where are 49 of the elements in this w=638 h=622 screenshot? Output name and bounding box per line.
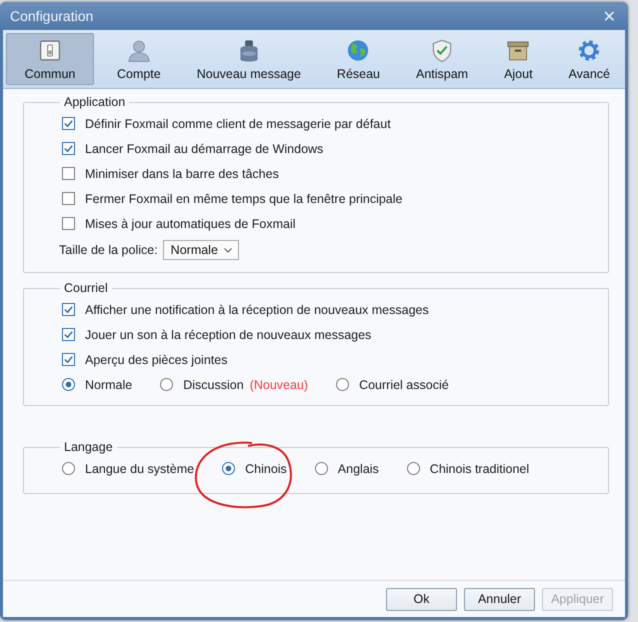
radio-label: Courriel associé: [359, 378, 449, 392]
toolbar-tab[interactable]: Antispam: [402, 33, 482, 85]
checkbox-label: Minimiser dans la barre des tâches: [85, 166, 279, 180]
toolbar-tab[interactable]: Réseau: [324, 33, 394, 85]
toolbar-tab[interactable]: Compte: [104, 33, 174, 85]
group-title: Langage: [63, 440, 114, 454]
radio-button[interactable]: [222, 462, 236, 475]
checkbox[interactable]: [62, 303, 75, 316]
toolbar-tab[interactable]: Avancé: [556, 33, 623, 85]
radio-button[interactable]: [336, 378, 350, 391]
caret-icon: [224, 248, 232, 252]
dialog-button[interactable]: Ok: [386, 588, 457, 610]
radio-button[interactable]: [160, 378, 174, 391]
checkbox[interactable]: [62, 142, 75, 155]
radio-button[interactable]: [406, 462, 420, 475]
dialog-button[interactable]: Annuler: [464, 588, 535, 610]
checkbox-label: Fermer Foxmail en même temps que la fenêtre principale: [85, 192, 402, 206]
radio-label: Anglais: [338, 462, 379, 476]
user-icon: [126, 38, 152, 63]
group-title: Application: [63, 95, 126, 109]
radio-label: Normale: [85, 378, 132, 392]
window-title: Configuration: [10, 8, 94, 24]
checkbox[interactable]: [62, 117, 75, 130]
radio-button[interactable]: [62, 462, 75, 475]
toolbar-tab[interactable]: Commun: [6, 33, 94, 85]
checkbox-label: Jouer un son à la réception de nouveaux messages: [85, 328, 372, 342]
checkbox[interactable]: [62, 328, 75, 341]
radio-label: Discussion: [183, 378, 244, 392]
checkbox-label: Aperçu des pièces jointes: [85, 352, 228, 366]
radio-button[interactable]: [62, 378, 75, 391]
radio-button[interactable]: [314, 462, 328, 475]
radio-label: Chinois: [245, 462, 287, 476]
toolbar-tab[interactable]: Ajout: [491, 33, 546, 85]
radio-label: Langue du système: [85, 462, 194, 476]
toolbar-tab[interactable]: Nouveau message: [184, 33, 314, 85]
checkbox-label: Afficher une notification à la réception de nouveaux messages: [85, 302, 429, 316]
font-size-dropdown[interactable]: Normale: [162, 240, 239, 260]
checkbox-label: Définir Foxmail comme client de messagerie par défaut: [85, 116, 391, 130]
checkbox-label: Lancer Foxmail au démarrage de Windows: [85, 142, 324, 156]
window-icon: [37, 38, 63, 63]
checkbox[interactable]: [62, 353, 75, 366]
field-label: Taille de la police:: [59, 243, 158, 257]
group-title: Courriel: [63, 281, 109, 295]
radio-label: Chinois traditionel: [430, 462, 530, 476]
checkbox[interactable]: [62, 192, 75, 205]
new-tag: (Nouveau): [250, 378, 308, 392]
checkbox[interactable]: [62, 167, 75, 180]
checkbox-label: Mises à jour automatiques de Foxmail: [85, 216, 296, 230]
checkbox[interactable]: [62, 217, 75, 230]
